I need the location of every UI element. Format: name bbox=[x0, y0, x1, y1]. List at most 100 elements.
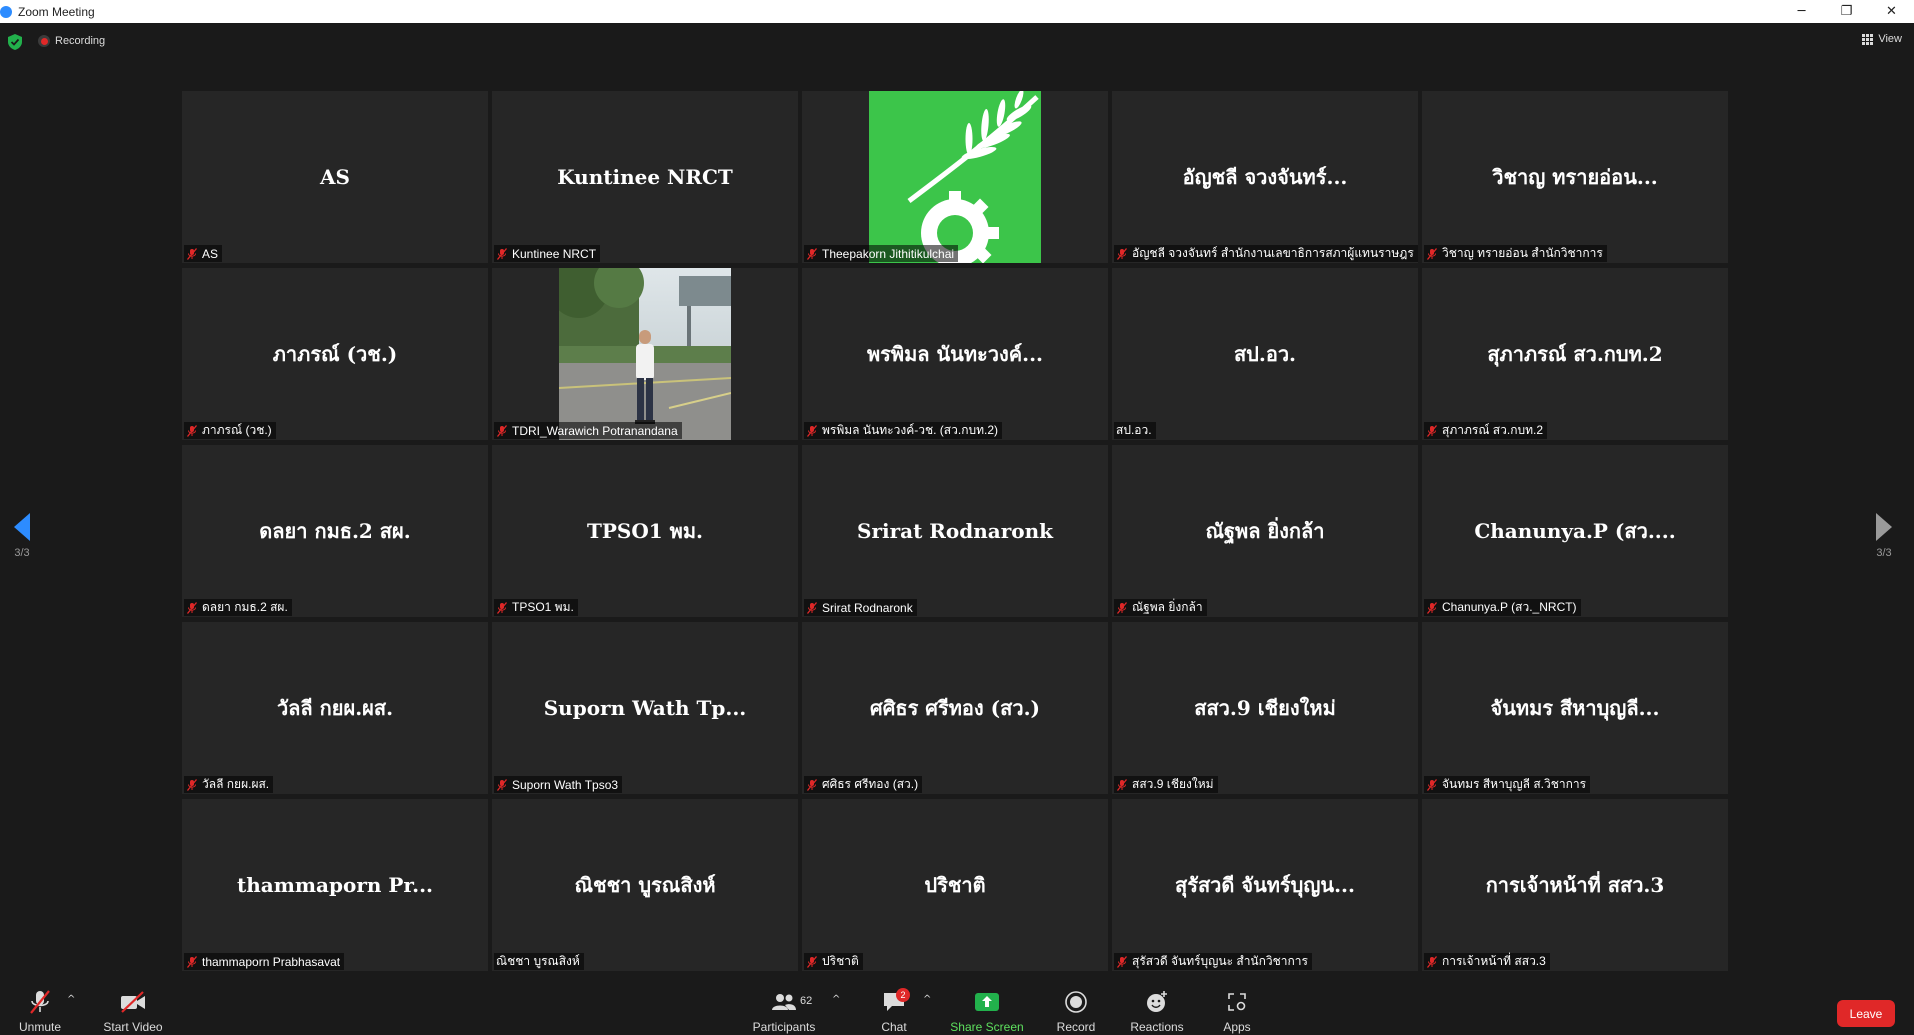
participant-name-label: Theepakorn Jithitikulchai bbox=[822, 246, 955, 261]
participant-display-name: สุรัสวดี จันทร์บุญน... bbox=[1175, 873, 1355, 897]
participant-tile[interactable]: อัญชลี จวงจันทร์... อัญชลี จวงจันทร์ สำนั… bbox=[1112, 91, 1418, 263]
participant-name-label: thammaporn Prabhasavat bbox=[202, 954, 341, 969]
participant-name-label: พรพิมล นันทะวงค์-วช. (สว.กบท.2) bbox=[822, 423, 998, 437]
participant-tile[interactable]: ศศิธร ศรีทอง (สว.) ศศิธร ศรีทอง (สว.) bbox=[802, 622, 1108, 794]
reactions-button[interactable]: Reactions bbox=[1126, 980, 1188, 1035]
participant-tile[interactable]: Suporn Wath Tp... Suporn Wath Tpso3 bbox=[492, 622, 798, 794]
participant-tile[interactable]: ณัฐพล ยิ่งกล้า ณัฐพล ยิ่งกล้า bbox=[1112, 445, 1418, 617]
leave-button[interactable]: Leave bbox=[1837, 1000, 1895, 1027]
participant-tile[interactable]: TPSO1 พม. TPSO1 พม. bbox=[492, 445, 798, 617]
close-button[interactable]: ✕ bbox=[1869, 0, 1914, 23]
participant-tile[interactable]: ภาภรณ์ (วช.) ภาภรณ์ (วช.) bbox=[182, 268, 488, 440]
participant-display-name: ศศิธร ศรีทอง (สว.) bbox=[870, 696, 1040, 720]
chat-unread-badge: 2 bbox=[896, 988, 910, 1002]
apps-label: Apps bbox=[1223, 1020, 1251, 1034]
participant-name-label: Suporn Wath Tpso3 bbox=[512, 777, 619, 792]
participant-name-label: ณิชชา บูรณสิงห์ bbox=[496, 954, 580, 968]
participant-tile[interactable]: การเจ้าหน้าที่ สสว.3 การเจ้าหน้าที่ สสว.3 bbox=[1422, 799, 1728, 971]
participant-tile[interactable]: สสว.9 เชียงใหม่ สสว.9 เชียงใหม่ bbox=[1112, 622, 1418, 794]
view-button[interactable]: View bbox=[1862, 33, 1902, 45]
apps-button[interactable]: Apps bbox=[1220, 980, 1254, 1035]
muted-mic-icon bbox=[806, 955, 822, 968]
participant-nameplate: พรพิมล นันทะวงค์-วช. (สว.กบท.2) bbox=[804, 422, 1002, 439]
window-titlebar: Zoom Meeting ─ ❐ ✕ bbox=[0, 0, 1914, 23]
participant-tile[interactable]: จันทมร สีหาบุญลี... จันทมร สีหาบุญลี ส.วิ… bbox=[1422, 622, 1728, 794]
participant-name-label: อัญชลี จวงจันทร์ สำนักงานเลขาธิการสภาผู้… bbox=[1132, 246, 1414, 260]
participant-tile[interactable]: TDRI_Warawich Potranandana bbox=[492, 268, 798, 440]
participant-tile[interactable]: สป.อว. สป.อว. bbox=[1112, 268, 1418, 440]
participants-options-caret[interactable]: ^ bbox=[832, 994, 840, 1005]
start-video-button[interactable]: Start Video bbox=[100, 980, 166, 1035]
participant-nameplate: TPSO1 พม. bbox=[494, 599, 578, 616]
participant-display-name: Suporn Wath Tp... bbox=[543, 696, 747, 720]
participant-tile[interactable]: Srirat Rodnaronk Srirat Rodnaronk bbox=[802, 445, 1108, 617]
security-shield-icon[interactable] bbox=[8, 34, 22, 50]
start-video-label: Start Video bbox=[103, 1020, 163, 1034]
muted-mic-icon bbox=[1116, 778, 1132, 791]
participant-video-logo bbox=[869, 91, 1041, 263]
participant-name-label: ณัฐพล ยิ่งกล้า bbox=[1132, 600, 1203, 614]
participant-name-label: Chanunya.P (สว._NRCT) bbox=[1442, 600, 1577, 614]
unmute-button[interactable]: Unmute bbox=[14, 980, 66, 1035]
participants-count: 62 bbox=[800, 995, 813, 1007]
participant-name-label: สุรัสวดี จันทร์บุญนะ สำนักวิชาการ bbox=[1132, 954, 1308, 968]
participant-display-name: AS bbox=[320, 165, 350, 189]
share-screen-label: Share Screen bbox=[950, 1020, 1024, 1034]
participant-nameplate: TDRI_Warawich Potranandana bbox=[494, 422, 682, 439]
participant-nameplate: ณิชชา บูรณสิงห์ bbox=[494, 953, 584, 970]
participant-nameplate: ปริชาติ bbox=[804, 953, 863, 970]
participant-name-label: สป.อว. bbox=[1116, 423, 1152, 437]
participant-tile[interactable]: สุภาภรณ์ สว.กบท.2 สุภาภรณ์ สว.กบท.2 bbox=[1422, 268, 1728, 440]
recording-indicator[interactable]: Recording bbox=[38, 35, 105, 47]
muted-mic-icon bbox=[496, 778, 512, 791]
participant-display-name: อัญชลี จวงจันทร์... bbox=[1182, 165, 1348, 189]
muted-mic-icon bbox=[1116, 955, 1132, 968]
participant-tile[interactable]: Kuntinee NRCT Kuntinee NRCT bbox=[492, 91, 798, 263]
participant-nameplate: AS bbox=[184, 245, 223, 262]
participant-display-name: ณัฐพล ยิ่งกล้า bbox=[1205, 519, 1325, 543]
restore-button[interactable]: ❐ bbox=[1824, 0, 1869, 23]
participant-tile[interactable]: พรพิมล นันทะวงค์... พรพิมล นันทะวงค์-วช. … bbox=[802, 268, 1108, 440]
participant-tile[interactable]: Theepakorn Jithitikulchai bbox=[802, 91, 1108, 263]
participant-display-name: ดลยา กมธ.2 สผ. bbox=[259, 519, 411, 543]
muted-mic-icon bbox=[186, 601, 202, 614]
participant-grid: AS AS Kuntinee NRCT Kuntinee NRCT Theepakorn… bbox=[182, 91, 1729, 971]
share-screen-button[interactable]: Share Screen bbox=[950, 980, 1024, 1035]
audio-options-caret[interactable]: ^ bbox=[67, 994, 75, 1005]
muted-mic-icon bbox=[186, 424, 202, 437]
page-indicator-left: 3/3 bbox=[14, 547, 30, 559]
muted-mic-icon bbox=[1426, 778, 1442, 791]
participant-display-name: สป.อว. bbox=[1233, 342, 1297, 366]
participant-tile[interactable]: thammaporn Pr... thammaporn Prabhasavat bbox=[182, 799, 488, 971]
arrow-left-icon bbox=[14, 513, 30, 541]
participants-button[interactable]: Participants bbox=[752, 980, 816, 1035]
record-button[interactable]: Record bbox=[1053, 980, 1099, 1035]
participant-tile[interactable]: ณิชชา บูรณสิงห์ ณิชชา บูรณสิงห์ bbox=[492, 799, 798, 971]
participant-name-label: วิชาญ ทรายอ่อน สำนักวิชาการ bbox=[1442, 246, 1603, 260]
participant-tile[interactable]: วิชาญ ทรายอ่อน... วิชาญ ทรายอ่อน สำนักวิช… bbox=[1422, 91, 1728, 263]
participant-nameplate: ณัฐพล ยิ่งกล้า bbox=[1114, 599, 1207, 616]
minimize-button[interactable]: ─ bbox=[1779, 0, 1824, 23]
muted-mic-icon bbox=[496, 601, 512, 614]
participant-tile[interactable]: AS AS bbox=[182, 91, 488, 263]
participant-display-name: สสว.9 เชียงใหม่ bbox=[1194, 696, 1336, 720]
participant-name-label: สสว.9 เชียงใหม่ bbox=[1132, 777, 1214, 791]
muted-mic-icon bbox=[1426, 247, 1442, 260]
chat-options-caret[interactable]: ^ bbox=[923, 994, 931, 1005]
muted-mic-icon bbox=[1116, 247, 1132, 260]
next-page-button[interactable]: 3/3 bbox=[1864, 513, 1904, 573]
previous-page-button[interactable]: 3/3 bbox=[2, 513, 42, 573]
muted-mic-icon bbox=[1426, 601, 1442, 614]
participant-tile[interactable]: สุรัสวดี จันทร์บุญน... สุรัสวดี จันทร์บุญ… bbox=[1112, 799, 1418, 971]
participant-tile[interactable]: Chanunya.P (สว.... Chanunya.P (สว._NRCT) bbox=[1422, 445, 1728, 617]
muted-mic-icon bbox=[186, 955, 202, 968]
participant-nameplate: สุรัสวดี จันทร์บุญนะ สำนักวิชาการ bbox=[1114, 953, 1312, 970]
meeting-toolbar: Unmute ^ Start Video Participants 62 ^ C… bbox=[0, 980, 1914, 1035]
participant-display-name: สุภาภรณ์ สว.กบท.2 bbox=[1487, 342, 1663, 366]
participant-nameplate: สสว.9 เชียงใหม่ bbox=[1114, 776, 1218, 793]
muted-mic-icon bbox=[186, 778, 202, 791]
participant-tile[interactable]: ดลยา กมธ.2 สผ. ดลยา กมธ.2 สผ. bbox=[182, 445, 488, 617]
participant-tile[interactable]: วัลลี กยผ.ผส. วัลลี กยผ.ผส. bbox=[182, 622, 488, 794]
participant-name-label: AS bbox=[202, 246, 219, 261]
participant-tile[interactable]: ปริชาติ ปริชาติ bbox=[802, 799, 1108, 971]
